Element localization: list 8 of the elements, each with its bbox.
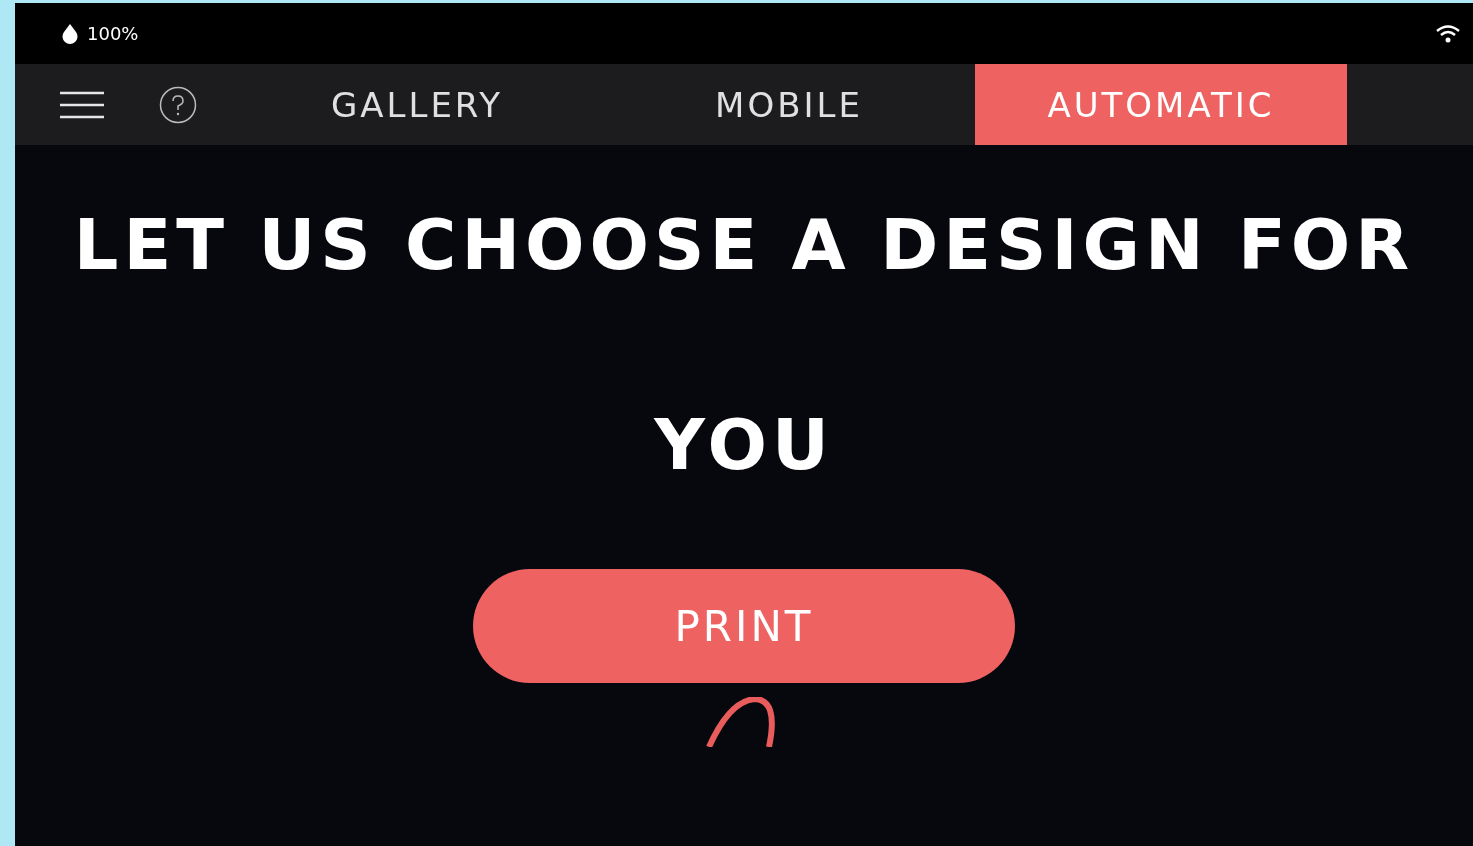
battery-percentage: 100%	[87, 23, 139, 44]
battery-drop-icon	[61, 22, 79, 45]
menu-icon[interactable]	[60, 90, 104, 119]
wifi-icon	[1435, 23, 1461, 44]
tab[interactable]: GALLERY	[231, 64, 603, 145]
tab[interactable]: MOBILE	[603, 64, 975, 145]
help-icon[interactable]	[159, 85, 197, 124]
headline: LET US CHOOSE A DESIGN FOR YOU	[72, 203, 1416, 488]
